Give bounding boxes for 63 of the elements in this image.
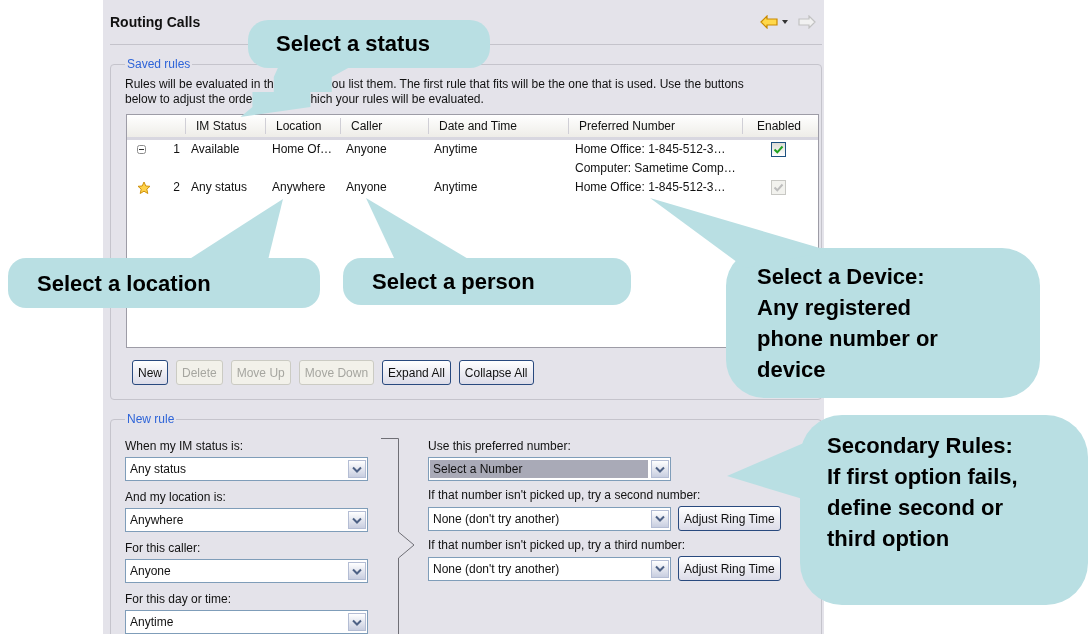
star-icon [137,180,151,195]
column-header[interactable]: Location [265,118,340,134]
table-cell-text: Computer: Sametime Comp… [575,160,737,177]
callout-text: Select a location [37,270,211,298]
field-label: And my location is: [125,489,227,506]
group-label: New rule [126,412,176,426]
dropdown[interactable]: None (don't try another) [428,556,671,581]
dropdown[interactable]: Any status [125,457,368,481]
table-cell-text: Anytime [433,179,479,196]
dropdown[interactable]: Select a Number [428,457,671,481]
dropdown[interactable]: Anywhere [125,508,368,532]
chevron-icon[interactable] [655,515,665,522]
table-cell-text: Home Office: 1-845-512-3… [575,141,727,158]
callout-text: Select a status [276,30,431,58]
chevron-icon[interactable] [655,565,665,572]
field-label: For this day or time: [125,591,233,608]
button[interactable]: New [132,360,168,385]
callout-text: Select a Device: Any registered phone number or device [757,263,938,384]
field-label: If that number isn't picked up, try a second number: [428,487,702,504]
table-cell-text: Home Office: 1-845-512-3… [575,179,727,196]
table-cell-text: Home Of… [271,141,333,158]
column-header[interactable]: Caller [340,118,428,134]
row-number: 1 [173,141,180,158]
chevron-icon[interactable] [352,567,362,575]
window-title: Routing Calls [110,14,201,30]
description-text: hich your rules will be evaluated. [310,92,484,107]
checkbox[interactable] [771,142,786,157]
field-label: If that number isn't picked up, try a third number: [428,537,687,554]
collapse-toggle-icon[interactable] [137,145,146,154]
field-label: For this caller: [125,540,202,557]
button[interactable]: Adjust Ring Time [678,506,781,531]
table-cell-text: Anyone [345,141,388,158]
chevron-icon[interactable] [352,618,362,626]
checkmark-icon [773,182,784,193]
column-header[interactable]: Date and Time [428,118,568,134]
row-number: 2 [173,179,180,196]
caret-icon[interactable] [782,20,788,24]
button[interactable]: Expand All [382,360,451,385]
chevron-icon[interactable] [352,516,362,524]
description-text: below to adjust the orde [125,92,253,107]
column-header[interactable]: IM Status [185,118,265,134]
field-label: Use this preferred number: [428,438,572,455]
column-header[interactable]: Preferred Number [568,118,742,134]
field-label: When my IM status is: [125,438,245,455]
table-cell-text: Anywhere [271,179,327,196]
table-cell-text: Anyone [345,179,388,196]
button[interactable]: Collapse All [458,360,534,385]
callout-text: Select a person [372,268,535,296]
chevron-icon[interactable] [655,465,665,473]
callout-text: Secondary Rules: If first option fails, define second or third option [827,432,1018,553]
dropdown[interactable]: Anyone [125,559,368,583]
group-label: Saved rules [126,57,192,71]
column-header[interactable]: Enabled [742,118,815,134]
checkmark-icon [773,144,784,155]
table-cell-text: Available [190,141,241,158]
table-cell-text: Anytime [433,141,479,158]
chevron-icon[interactable] [352,465,362,473]
description-text: ou list them. The first rule that fits will be the one that is used. Use the buttons [331,77,744,92]
description-text: Rules will be evaluated in th [125,77,274,92]
dropdown[interactable]: None (don't try another) [428,506,671,531]
button[interactable]: Adjust Ring Time [678,556,781,581]
dropdown[interactable]: Anytime [125,610,368,634]
table-cell-text: Any status [190,179,249,196]
